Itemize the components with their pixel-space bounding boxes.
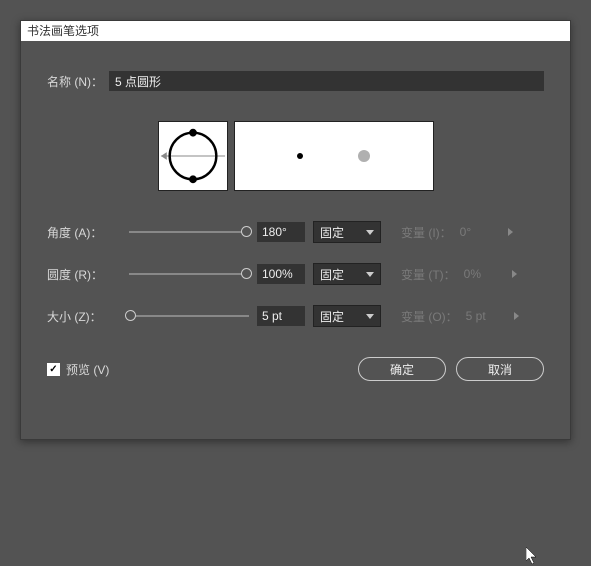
mouse-cursor-icon (526, 547, 540, 565)
brush-sample-min (297, 153, 303, 159)
brush-preview (234, 121, 434, 191)
ok-button[interactable]: 确定 (358, 357, 446, 381)
dialog-content: 名称 (N)： 角度 (A)： (21, 41, 570, 401)
preview-area (47, 121, 544, 191)
brush-shape-editor[interactable] (158, 121, 228, 191)
size-var-label: 变量 (O)： (401, 308, 458, 325)
name-row: 名称 (N)： (47, 71, 544, 91)
angle-var-value: 0° (460, 225, 500, 239)
chevron-down-icon (366, 272, 374, 277)
angle-row: 角度 (A)： 固定 变量 (I)： 0° (47, 221, 544, 243)
chevron-down-icon (366, 230, 374, 235)
chevron-down-icon (366, 314, 374, 319)
roundness-var-value: 0% (464, 267, 504, 281)
size-input[interactable] (257, 306, 305, 326)
angle-mode-value: 固定 (320, 224, 344, 241)
cancel-button[interactable]: 取消 (456, 357, 544, 381)
size-row: 大小 (Z)： 固定 变量 (O)： 5 pt (47, 305, 544, 327)
chevron-right-icon (508, 228, 513, 236)
angle-slider-knob[interactable] (241, 226, 252, 237)
dialog-buttons: 确定 取消 (358, 357, 544, 381)
preview-checkbox[interactable]: ✓ (47, 363, 60, 376)
preview-checkbox-wrap[interactable]: ✓ 预览 (V) (47, 361, 109, 378)
footer-row: ✓ 预览 (V) 确定 取消 (47, 357, 544, 381)
size-var-value: 5 pt (466, 309, 506, 323)
angle-slider[interactable] (129, 231, 249, 233)
name-label: 名称 (N)： (47, 73, 103, 90)
roundness-mode-dropdown[interactable]: 固定 (313, 263, 381, 285)
chevron-right-icon (512, 270, 517, 278)
roundness-var-label: 变量 (T)： (401, 266, 456, 283)
roundness-slider[interactable] (129, 273, 249, 275)
roundness-input[interactable] (257, 264, 305, 284)
roundness-slider-knob[interactable] (241, 268, 252, 279)
size-label: 大小 (Z)： (47, 308, 115, 325)
dialog-title: 书法画笔选项 (21, 21, 570, 41)
roundness-mode-value: 固定 (320, 266, 344, 283)
roundness-row: 圆度 (R)： 固定 变量 (T)： 0% (47, 263, 544, 285)
roundness-label: 圆度 (R)： (47, 266, 115, 283)
calligraphic-brush-options-dialog: 书法画笔选项 名称 (N)： 角度 (A)： (20, 20, 571, 440)
angle-input[interactable] (257, 222, 305, 242)
angle-mode-dropdown[interactable]: 固定 (313, 221, 381, 243)
brush-sample-max (358, 150, 370, 162)
chevron-right-icon (514, 312, 519, 320)
name-input[interactable] (109, 71, 544, 91)
size-mode-dropdown[interactable]: 固定 (313, 305, 381, 327)
angle-label: 角度 (A)： (47, 224, 115, 241)
size-slider[interactable] (129, 315, 249, 317)
size-mode-value: 固定 (320, 308, 344, 325)
size-slider-knob[interactable] (125, 310, 136, 321)
angle-var-label: 变量 (I)： (401, 224, 452, 241)
preview-checkbox-label: 预览 (V) (66, 361, 109, 378)
